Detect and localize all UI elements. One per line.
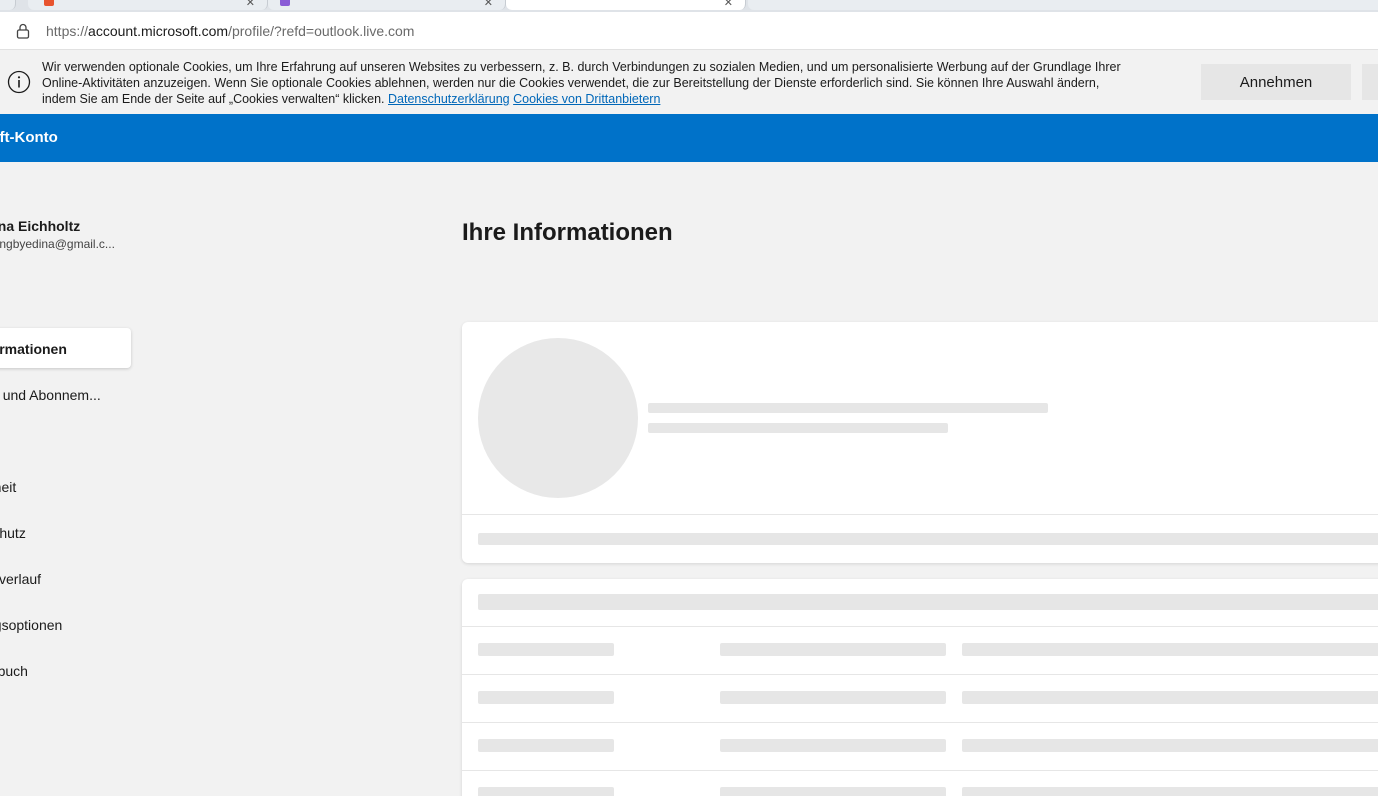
divider bbox=[462, 626, 1378, 627]
url-host: account.microsoft.com bbox=[88, 23, 229, 39]
browser-tab[interactable] bbox=[748, 0, 1378, 10]
sidebar-item-security[interactable]: Sicherheit bbox=[0, 479, 16, 495]
skeleton-cell bbox=[478, 643, 614, 656]
sidebar-item-devices-subscriptions[interactable]: Geräte und Abonnem... bbox=[0, 387, 101, 403]
browser-tab-strip: ✕ ✕ ✕ bbox=[0, 0, 1378, 12]
url-scheme: https:// bbox=[46, 23, 89, 39]
skeleton-line bbox=[648, 403, 1048, 413]
skeleton-line bbox=[648, 423, 948, 433]
divider bbox=[462, 770, 1378, 771]
url-text[interactable]: https://account.microsoft.com/profile/?r… bbox=[46, 23, 414, 39]
browser-tab[interactable]: ✕ bbox=[28, 0, 268, 10]
divider bbox=[462, 722, 1378, 723]
accept-cookies-button[interactable]: Annehmen bbox=[1201, 64, 1351, 100]
third-party-cookies-link[interactable]: Cookies von Drittanbietern bbox=[513, 92, 660, 106]
header-title[interactable]: Microsoft-Konto bbox=[0, 129, 58, 146]
sidebar-item-order-history[interactable]: Bestellverlauf bbox=[0, 571, 41, 587]
user-name: Edina Eichholtz bbox=[0, 218, 81, 234]
tab-favicon-icon bbox=[44, 0, 54, 6]
info-icon bbox=[7, 70, 31, 94]
skeleton-cell bbox=[478, 739, 614, 752]
browser-tab[interactable]: ✕ bbox=[268, 0, 506, 10]
skeleton-cell bbox=[478, 787, 614, 796]
cookie-text-block: Wir verwenden optionale Cookies, um Ihre… bbox=[42, 59, 1122, 107]
cookie-banner: Wir verwenden optionale Cookies, um Ihre… bbox=[0, 51, 1378, 114]
page-title: Ihre Informationen bbox=[462, 219, 673, 246]
user-email: traininingbyedina@gmail.c... bbox=[0, 237, 115, 251]
skeleton-line bbox=[478, 533, 1378, 545]
skeleton-cell bbox=[720, 787, 946, 796]
browser-tab-active[interactable]: ✕ bbox=[506, 0, 746, 10]
reject-cookies-button[interactable] bbox=[1362, 64, 1378, 100]
lock-icon[interactable] bbox=[16, 23, 30, 39]
sidebar-item-payment-options[interactable]: Zahlungsoptionen bbox=[0, 617, 62, 633]
sidebar-item-your-info[interactable]: Ihre Informationen bbox=[0, 341, 67, 357]
divider bbox=[462, 674, 1378, 675]
sidebar-item-address-book[interactable]: Adressbuch bbox=[0, 663, 28, 679]
tab-close-icon[interactable]: ✕ bbox=[724, 0, 733, 9]
browser-tab[interactable] bbox=[0, 0, 16, 10]
url-path: /profile/?refd=outlook.live.com bbox=[228, 23, 415, 39]
account-header: Microsoft-Konto bbox=[0, 114, 1378, 162]
profile-card-loading bbox=[462, 322, 1378, 563]
skeleton-cell bbox=[478, 691, 614, 704]
skeleton-cell bbox=[962, 643, 1378, 656]
privacy-statement-link[interactable]: Datenschutzerklärung bbox=[388, 92, 510, 106]
skeleton-cell bbox=[720, 643, 946, 656]
address-bar[interactable]: https://account.microsoft.com/profile/?r… bbox=[0, 12, 1378, 50]
tab-close-icon[interactable]: ✕ bbox=[246, 0, 255, 9]
divider bbox=[462, 514, 1378, 515]
avatar-placeholder bbox=[478, 338, 638, 498]
skeleton-cell bbox=[962, 739, 1378, 752]
tab-favicon-icon bbox=[280, 0, 290, 6]
skeleton-cell bbox=[962, 787, 1378, 796]
skeleton-cell bbox=[720, 739, 946, 752]
skeleton-line bbox=[478, 594, 1378, 610]
skeleton-cell bbox=[962, 691, 1378, 704]
details-card-loading bbox=[462, 579, 1378, 796]
sidebar-item-privacy[interactable]: Datenschutz bbox=[0, 525, 26, 541]
tab-close-icon[interactable]: ✕ bbox=[484, 0, 493, 9]
skeleton-cell bbox=[720, 691, 946, 704]
